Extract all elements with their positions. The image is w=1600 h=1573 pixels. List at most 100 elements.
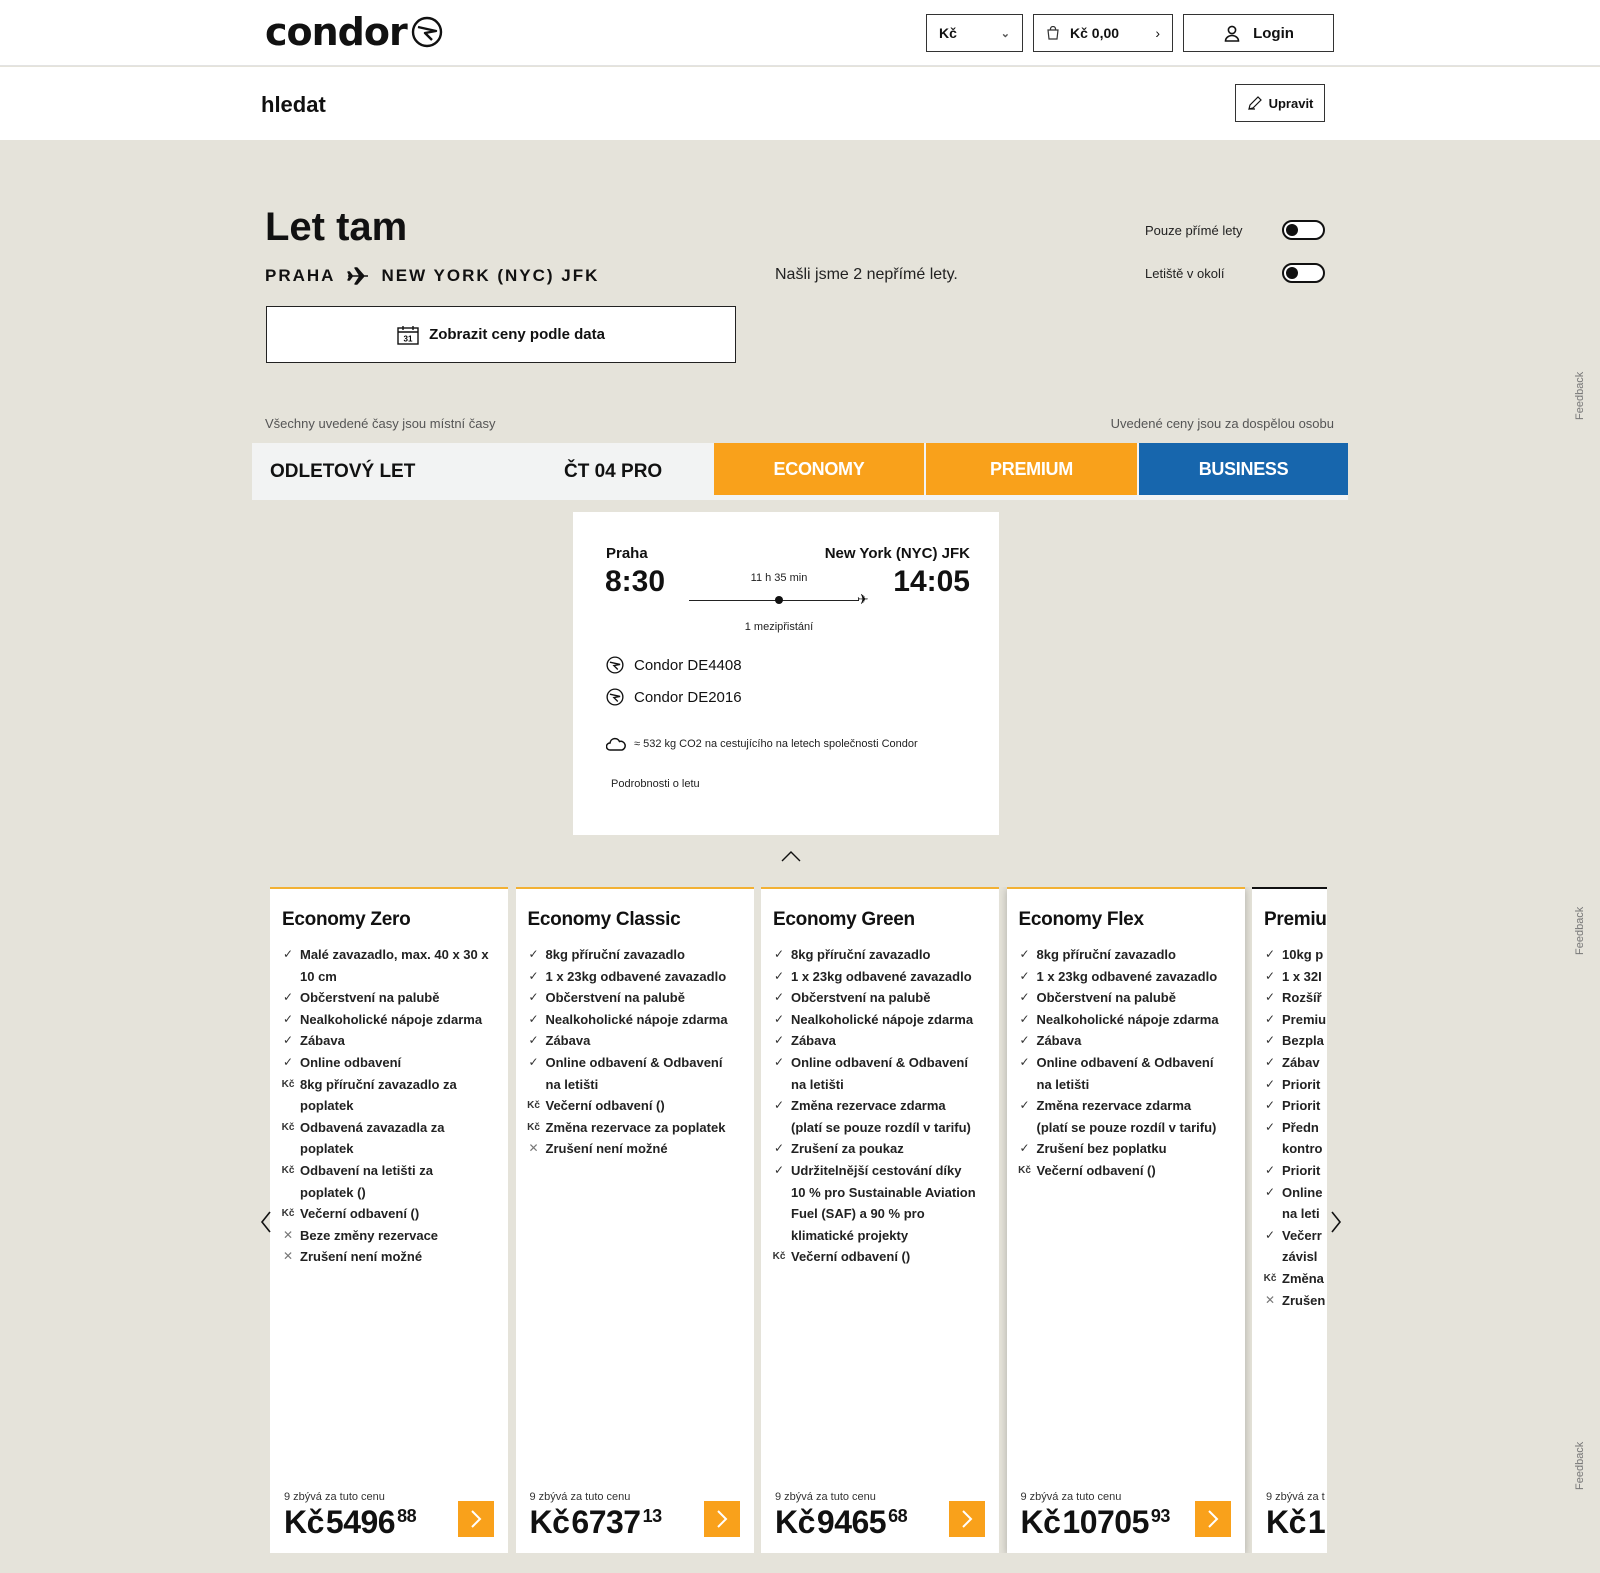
flight-card: Praha New York (NYC) JFK 8:30 14:05 11 h… bbox=[573, 512, 999, 835]
currency-select[interactable]: Kč ⌄ bbox=[926, 14, 1023, 52]
seats-remaining: 9 zbývá za tuto cenu bbox=[529, 1491, 631, 1503]
search-title: hledat bbox=[261, 92, 326, 117]
select-fare-button[interactable] bbox=[703, 1501, 740, 1537]
condor-carrier-icon bbox=[606, 688, 624, 706]
check-icon: ✓ bbox=[282, 990, 294, 1005]
fare-feature: ✓ 1 x 32I bbox=[1258, 966, 1327, 988]
check-icon: ✓ bbox=[773, 1162, 785, 1177]
fare-feature: ✓ Online odbavení & Odbavení bbox=[1013, 1052, 1241, 1074]
cabin-business[interactable]: BUSINESS bbox=[1139, 443, 1348, 495]
condor-logo-icon bbox=[411, 16, 443, 48]
check-icon: ✓ bbox=[1264, 1162, 1276, 1177]
fare-feature: ✓ Občerstvení na palubě bbox=[767, 987, 995, 1009]
cabin-economy[interactable]: ECONOMY bbox=[714, 443, 924, 495]
fare-feature: ✓ Premiu bbox=[1258, 1009, 1327, 1031]
fare-feature-text: Zábava bbox=[791, 1033, 836, 1049]
fare-price: Kč 5496 88 bbox=[284, 1504, 417, 1541]
fare-feature: 10 % pro Sustainable Aviation bbox=[767, 1182, 995, 1204]
feature-indent bbox=[276, 1182, 300, 1204]
seats-remaining: 9 zbývá za tuto cenu bbox=[284, 1491, 385, 1503]
fare-feature-text: Priorit bbox=[1282, 1162, 1321, 1178]
carrier-flight-number: Condor DE4408 bbox=[634, 656, 742, 674]
fee-icon: Kč bbox=[281, 1121, 295, 1133]
fare-price: Kč 10705 93 bbox=[1021, 1504, 1171, 1541]
fare-feature-text: poplatek bbox=[300, 1141, 354, 1157]
check-icon: ✓ bbox=[1019, 1011, 1030, 1026]
select-fare-button[interactable] bbox=[458, 1501, 494, 1537]
currency-label: Kč bbox=[939, 25, 957, 41]
fare-feature-text: (platí se pouze rozdíl v tarifu) bbox=[1036, 1119, 1217, 1135]
feedback-tab[interactable]: Feedback bbox=[1574, 1442, 1586, 1490]
fee-icon: Kč bbox=[1263, 1272, 1277, 1284]
fare-feature-text: Nealkoholické nápoje zdarma bbox=[1036, 1011, 1219, 1027]
fare-feature: ✓ Bezpla bbox=[1258, 1030, 1327, 1052]
check-icon: ✓ bbox=[773, 990, 785, 1005]
check-icon: ✓ bbox=[773, 1054, 785, 1069]
carrier-row: Condor DE4408 bbox=[606, 656, 742, 674]
fare-feature-text: 8kg příruční zavazadlo bbox=[545, 947, 685, 962]
seats-remaining: 9 zbývá za t bbox=[1266, 1491, 1325, 1503]
cabin-premium[interactable]: PREMIUM bbox=[926, 443, 1137, 495]
check-icon: ✓ bbox=[1264, 1054, 1276, 1069]
check-icon: ✓ bbox=[528, 1011, 539, 1026]
fare-name: Economy Zero bbox=[282, 909, 411, 930]
fare-card[interactable]: Economy Green ✓ 8kg příruční zavazadlo ✓ 1 x… bbox=[761, 887, 999, 1553]
carousel-prev-arrow-icon[interactable] bbox=[258, 1210, 274, 1234]
fare-price: Kč 9465 68 bbox=[775, 1504, 908, 1541]
select-fare-button[interactable] bbox=[949, 1501, 985, 1537]
direct-flights-toggle[interactable] bbox=[1282, 220, 1325, 240]
feedback-tab[interactable]: Feedback bbox=[1574, 907, 1586, 955]
check-icon: ✓ bbox=[1019, 1033, 1030, 1048]
check-icon: ✓ bbox=[773, 1033, 785, 1048]
carousel-next-arrow-icon[interactable] bbox=[1328, 1210, 1344, 1234]
fare-feature: ✓ 8kg příruční zavazadlo bbox=[522, 944, 750, 966]
fare-feature: poplatek () bbox=[276, 1182, 504, 1204]
fee-icon: Kč bbox=[281, 1164, 295, 1176]
check-icon: ✓ bbox=[528, 968, 539, 983]
fare-feature-text: Online odbavení & Odbavení bbox=[1036, 1054, 1214, 1070]
cart-button[interactable]: Kč 0,00 › bbox=[1033, 14, 1173, 52]
fare-feature-text: na letišti bbox=[545, 1076, 599, 1092]
arrival-city: New York (NYC) JFK bbox=[824, 545, 970, 562]
price-by-date-button[interactable]: 31 Zobrazit ceny podle data bbox=[266, 306, 736, 363]
nearby-airports-toggle[interactable] bbox=[1282, 263, 1325, 283]
fare-card[interactable]: Premiu ✓ 10kg p ✓ 1 x 32I ✓ Rozšíř ✓ Premiu ✓ Bezp… bbox=[1252, 887, 1327, 1553]
fare-feature-text: 1 x 23kg odbavené zavazadlo bbox=[545, 968, 727, 984]
fare-card[interactable]: Economy Flex ✓ 8kg příruční zavazadlo ✓ 1 x … bbox=[1006, 887, 1245, 1553]
fare-card[interactable]: Economy Zero ✓ Malé zavazadlo, max. 40 x 3… bbox=[270, 887, 508, 1553]
fee-icon: Kč bbox=[281, 1208, 295, 1220]
chevron-up-icon[interactable] bbox=[781, 850, 801, 862]
departure-time: 8:30 bbox=[605, 565, 666, 598]
login-label: Login bbox=[1253, 24, 1294, 42]
fare-feature-text: Zrušení bez poplatku bbox=[1036, 1141, 1167, 1157]
fare-feature: ✕ Zrušení není možné bbox=[522, 1138, 750, 1160]
fare-feature-text: (platí se pouze rozdíl v tarifu) bbox=[791, 1119, 971, 1135]
route-origin: PRAHA bbox=[265, 266, 336, 285]
chevron-right-icon bbox=[1207, 1510, 1218, 1528]
feedback-tab[interactable]: Feedback bbox=[1574, 372, 1586, 420]
check-icon: ✓ bbox=[1264, 968, 1276, 983]
direct-flights-toggle-row: Pouze přímé lety bbox=[1145, 220, 1325, 240]
fare-card[interactable]: Economy Classic ✓ 8kg příruční zavazadlo ✓ 1… bbox=[515, 887, 754, 1553]
fee-icon: Kč bbox=[527, 1100, 540, 1112]
fare-feature: Kč Večerní odbavení () bbox=[276, 1203, 504, 1225]
select-fare-button[interactable] bbox=[1194, 1501, 1231, 1537]
fare-feature-text: Zrušení není možné bbox=[545, 1141, 668, 1157]
chevron-right-icon bbox=[471, 1510, 482, 1528]
fare-feature-text: na leti bbox=[1282, 1206, 1320, 1222]
fare-feature-text: Odbavení na letišti za bbox=[300, 1162, 433, 1178]
fare-feature: ✓ Online odbavení & Odbavení bbox=[767, 1052, 995, 1074]
arrival-time: 14:05 bbox=[893, 565, 970, 598]
fare-feature: ✓ Zábava bbox=[276, 1030, 504, 1052]
fare-feature: ✓ Online odbavení & Odbavení bbox=[522, 1052, 750, 1074]
price-decimals: 68 bbox=[888, 1506, 908, 1526]
fare-feature-list: ✓ 8kg příruční zavazadlo ✓ 1 x 23kg odbaven… bbox=[522, 944, 750, 1160]
flight-details-link[interactable]: Podrobnosti o letu bbox=[611, 778, 700, 790]
fare-feature-text: Zábava bbox=[545, 1033, 591, 1049]
fare-feature-text: 8kg příruční zavazadlo bbox=[791, 947, 931, 962]
fare-feature-text: Občerstvení na palubě bbox=[545, 990, 685, 1006]
edit-search-button[interactable]: Upravit bbox=[1235, 84, 1325, 122]
condor-logo[interactable]: condor bbox=[265, 10, 408, 54]
login-button[interactable]: Login bbox=[1183, 14, 1334, 52]
fee-icon: Kč bbox=[1018, 1164, 1031, 1176]
